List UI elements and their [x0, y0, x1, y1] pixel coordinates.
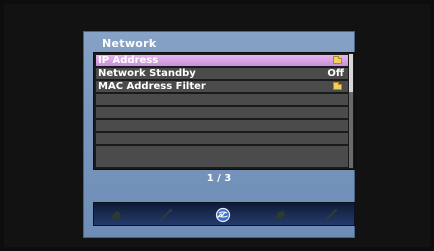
- row-label: MAC Address Filter: [98, 81, 206, 92]
- network-menu-panel: Network IP Address Network Standby Off M…: [83, 31, 355, 238]
- tools-icon[interactable]: [323, 207, 339, 223]
- scrollbar[interactable]: [349, 54, 353, 168]
- menu-row-network-standby[interactable]: Network Standby Off: [96, 68, 348, 79]
- menu-row-empty: [96, 157, 348, 167]
- setup-category-bar: [93, 202, 355, 226]
- menu-row-empty: [96, 107, 348, 118]
- menu-row-empty: [96, 94, 348, 105]
- scrollbar-thumb[interactable]: [349, 54, 353, 92]
- menu-row-ip-address[interactable]: IP Address: [96, 55, 348, 66]
- page-indicator: 1 / 3: [206, 173, 232, 184]
- menu-row-empty: [96, 133, 348, 144]
- row-label: IP Address: [98, 55, 159, 66]
- menu-title: Network: [102, 37, 157, 50]
- row-value: Off: [327, 68, 344, 79]
- cable-icon[interactable]: [158, 207, 174, 223]
- folder-icon: [333, 82, 342, 90]
- speaker-icon[interactable]: [108, 207, 124, 223]
- menu-list: IP Address Network Standby Off MAC Addre…: [93, 52, 355, 170]
- menu-row-empty: [96, 120, 348, 131]
- row-label: Network Standby: [98, 68, 196, 79]
- menu-row-mac-address-filter[interactable]: MAC Address Filter: [96, 81, 348, 92]
- menu-row-empty: [96, 146, 348, 157]
- folder-icon: [333, 56, 342, 64]
- input-icon[interactable]: [272, 207, 288, 223]
- network-globe-icon[interactable]: [215, 207, 231, 223]
